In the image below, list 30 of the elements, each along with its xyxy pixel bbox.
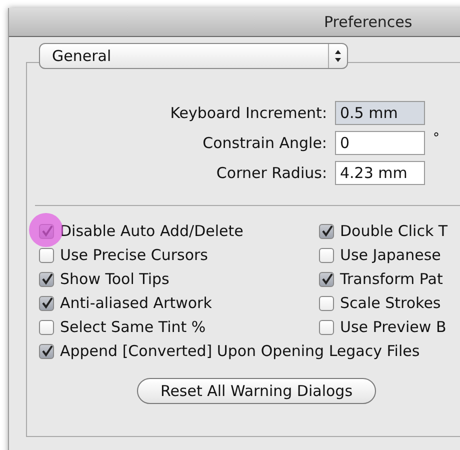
field-label: Keyboard Increment: bbox=[169, 104, 327, 122]
option-label: Show Tool Tips bbox=[60, 270, 170, 288]
checkbox[interactable] bbox=[39, 344, 54, 358]
option-label: Use Japanese bbox=[340, 246, 441, 264]
number-field[interactable]: 0 bbox=[335, 131, 425, 155]
checkbox[interactable] bbox=[319, 248, 334, 262]
option-label: Transform Pat bbox=[340, 270, 443, 288]
section-popup[interactable]: General bbox=[39, 43, 348, 69]
checkbox[interactable] bbox=[319, 224, 334, 238]
option-label: Use Precise Cursors bbox=[60, 246, 208, 264]
checkbox[interactable] bbox=[319, 272, 334, 286]
option-label: Double Click T bbox=[340, 222, 448, 240]
option-label: Use Preview B bbox=[340, 318, 446, 336]
number-field[interactable]: 4.23 mm bbox=[335, 161, 425, 185]
checkbox[interactable] bbox=[39, 296, 54, 310]
option-label: Anti-aliased Artwork bbox=[60, 294, 212, 312]
field-label: Constrain Angle: bbox=[202, 134, 327, 152]
checkbox[interactable] bbox=[319, 296, 334, 310]
checkbox[interactable] bbox=[39, 320, 54, 334]
window-title: Preferences bbox=[324, 13, 412, 31]
checkbox[interactable] bbox=[39, 248, 54, 262]
field-label: Corner Radius: bbox=[215, 164, 327, 182]
option-label: Append [Converted] Upon Opening Legacy Files bbox=[60, 342, 420, 360]
unit-label: ° bbox=[433, 131, 440, 146]
option-label: Scale Strokes bbox=[340, 294, 441, 312]
option-label: Disable Auto Add/Delete bbox=[60, 222, 244, 240]
reset-button[interactable]: Reset All Warning Dialogs bbox=[137, 378, 376, 404]
option-label: Select Same Tint % bbox=[60, 318, 206, 336]
checkbox[interactable] bbox=[319, 320, 334, 334]
checkbox[interactable] bbox=[39, 272, 54, 286]
